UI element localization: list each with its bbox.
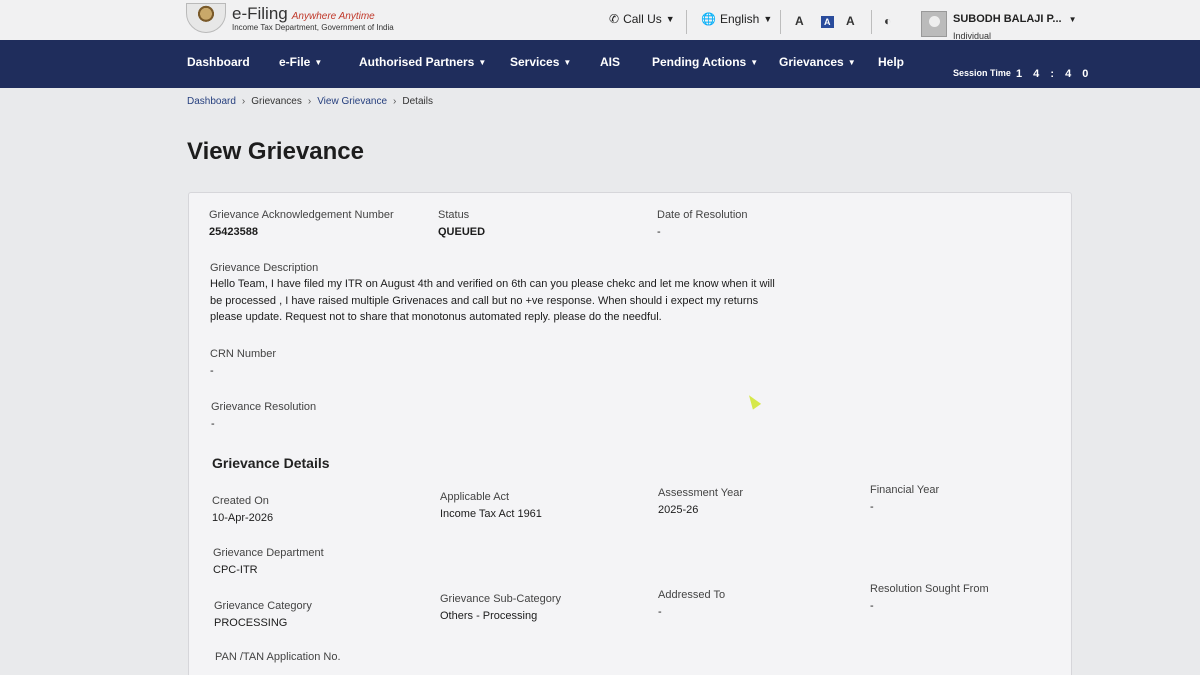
- logo-title: e-Filing: [232, 3, 288, 23]
- user-name: SUBODH BALAJI P...: [953, 13, 1062, 25]
- resolution-field: Grievance Resolution -: [211, 401, 316, 430]
- nav-efile[interactable]: e-File ▼: [279, 55, 322, 69]
- assessment-year-field: Assessment Year 2025-26: [658, 487, 743, 516]
- description-label: Grievance Description: [210, 262, 319, 274]
- divider: [686, 10, 687, 34]
- chevron-down-icon: ▼: [847, 57, 856, 67]
- breadcrumb: Dashboard › Grievances › View Grievance …: [187, 96, 433, 107]
- crn-field: CRN Number -: [210, 348, 276, 377]
- ack-number-label: Grievance Acknowledgement Number: [209, 209, 394, 221]
- chevron-down-icon: ▼: [563, 57, 572, 67]
- resolution-sought-label: Resolution Sought From: [870, 583, 989, 595]
- chevron-right-icon: ›: [241, 96, 246, 107]
- description-field: Grievance Description Hello Team, I have…: [210, 262, 780, 326]
- font-decrease-button[interactable]: A: [795, 14, 804, 28]
- crn-label: CRN Number: [210, 348, 277, 360]
- page-title: View Grievance: [187, 138, 364, 165]
- addressed-to-field: Addressed To -: [658, 589, 725, 618]
- applicable-act-value: Income Tax Act 1961: [440, 508, 542, 520]
- globe-icon: 🌐: [701, 12, 716, 26]
- chevron-down-icon: ▼: [750, 57, 759, 67]
- contrast-toggle-icon[interactable]: ◐: [884, 14, 891, 28]
- chevron-down-icon: ▼: [763, 14, 773, 24]
- pan-tan-label: PAN /TAN Application No.: [215, 651, 341, 663]
- resolution-date-value: -: [657, 226, 661, 238]
- category-value: PROCESSING: [214, 617, 288, 629]
- nav-authorised-partners[interactable]: Authorised Partners ▼: [359, 55, 486, 69]
- chevron-down-icon: ▼: [665, 14, 675, 24]
- nav-help[interactable]: Help: [878, 55, 904, 69]
- applicable-act-field: Applicable Act Income Tax Act 1961: [440, 491, 542, 520]
- sub-category-label: Grievance Sub-Category: [440, 593, 562, 605]
- chevron-right-icon: ›: [393, 96, 397, 107]
- department-label: Grievance Department: [213, 547, 324, 559]
- status-value: QUEUED: [438, 226, 486, 238]
- created-on-value: 10-Apr-2026: [212, 512, 274, 524]
- assessment-year-label: Assessment Year: [658, 487, 743, 499]
- nav-pending-actions[interactable]: Pending Actions ▼: [652, 55, 758, 69]
- ack-number-value: 25423588: [209, 226, 258, 238]
- efiling-logo[interactable]: e-Filing Anywhere Anytime Income Tax Depa…: [186, 0, 394, 36]
- font-normal-button[interactable]: A: [821, 16, 834, 28]
- status-label: Status: [438, 209, 470, 221]
- category-label: Grievance Category: [214, 600, 312, 612]
- assessment-year-value: 2025-26: [658, 504, 699, 516]
- status-field: Status QUEUED: [438, 209, 485, 238]
- logo-tagline: Anywhere Anytime: [291, 10, 375, 22]
- chevron-right-icon: ›: [307, 96, 312, 107]
- nav-services[interactable]: Services ▼: [510, 55, 571, 69]
- ack-number-field: Grievance Acknowledgement Number 2542358…: [209, 209, 394, 238]
- avatar[interactable]: [921, 11, 947, 37]
- department-value: CPC-ITR: [213, 564, 258, 576]
- call-us-dropdown[interactable]: ✆ Call Us ▼: [609, 12, 675, 26]
- financial-year-label: Financial Year: [870, 484, 940, 496]
- resolution-sought-value: -: [870, 600, 874, 612]
- sub-category-field: Grievance Sub-Category Others - Processi…: [440, 593, 561, 622]
- financial-year-value: -: [870, 501, 874, 513]
- call-us-label: Call Us: [623, 12, 662, 26]
- applicable-act-label: Applicable Act: [440, 491, 510, 503]
- created-on-label: Created On: [212, 495, 269, 507]
- description-value: Hello Team, I have filed my ITR on Augus…: [210, 278, 775, 323]
- addressed-to-value: -: [658, 606, 662, 618]
- grievance-card: Grievance Acknowledgement Number 2542358…: [188, 192, 1072, 675]
- nav-dashboard[interactable]: Dashboard: [187, 55, 250, 69]
- crn-value: -: [210, 365, 214, 377]
- nav-ais[interactable]: AIS: [600, 55, 620, 69]
- resolution-date-field: Date of Resolution -: [657, 209, 748, 238]
- logo-subtitle: Income Tax Department, Government of Ind…: [232, 22, 394, 32]
- breadcrumb-grievances[interactable]: Grievances: [251, 96, 302, 107]
- breadcrumb-view-grievance[interactable]: View Grievance: [317, 96, 387, 107]
- breadcrumb-details: Details: [402, 96, 433, 107]
- sub-category-value: Others - Processing: [440, 610, 538, 622]
- divider: [780, 10, 781, 34]
- font-increase-button[interactable]: A: [846, 14, 855, 28]
- chevron-down-icon: ▼: [314, 57, 323, 67]
- resolution-date-label: Date of Resolution: [657, 209, 748, 221]
- category-field: Grievance Category PROCESSING: [214, 600, 312, 629]
- resolution-value: -: [211, 418, 215, 430]
- phone-icon: ✆: [609, 12, 620, 26]
- resolution-sought-field: Resolution Sought From -: [870, 583, 989, 612]
- chevron-down-icon: ▼: [1068, 15, 1077, 24]
- financial-year-field: Financial Year -: [870, 484, 939, 513]
- main-nav: Dashboard e-File ▼ Authorised Partners ▼ S…: [0, 40, 1200, 88]
- created-on-field: Created On 10-Apr-2026: [212, 495, 273, 524]
- resolution-label: Grievance Resolution: [211, 401, 317, 413]
- grievance-details-heading: Grievance Details: [212, 455, 330, 471]
- emblem-icon: [186, 3, 226, 33]
- utility-bar: e-Filing Anywhere Anytime Income Tax Depa…: [0, 0, 1200, 41]
- pan-tan-field: PAN /TAN Application No.: [215, 651, 341, 663]
- language-dropdown[interactable]: 🌐 English ▼: [701, 12, 772, 26]
- addressed-to-label: Addressed To: [658, 589, 726, 601]
- language-label: English: [719, 12, 760, 26]
- chevron-down-icon: ▼: [478, 57, 487, 67]
- breadcrumb-dashboard[interactable]: Dashboard: [187, 96, 236, 107]
- divider: [871, 10, 872, 34]
- session-label: Session Time: [953, 68, 1011, 78]
- nav-grievances[interactable]: Grievances ▼: [779, 55, 856, 69]
- session-timer: 1 4 : 4 0: [1016, 68, 1093, 80]
- department-field: Grievance Department CPC-ITR: [213, 547, 324, 576]
- user-menu[interactable]: SUBODH BALAJI P... ▼: [953, 13, 1077, 25]
